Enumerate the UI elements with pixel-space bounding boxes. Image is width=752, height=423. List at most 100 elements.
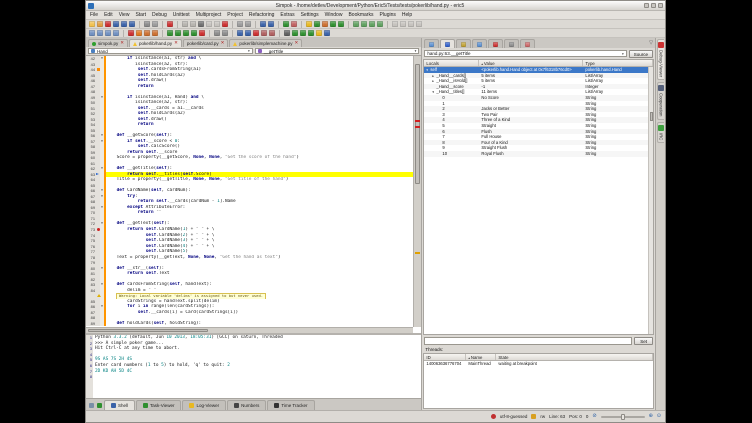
autocheck-icon[interactable] <box>283 21 289 27</box>
zoom-in-icon[interactable]: ⊕ <box>649 414 653 419</box>
step-over-icon[interactable] <box>183 30 189 36</box>
step-icon[interactable] <box>175 30 181 36</box>
bottom-tab-task-viewer[interactable]: Task-Viewer <box>136 400 181 410</box>
close-tab-icon[interactable]: ✕ <box>221 41 225 46</box>
breakpoint-toggle-icon[interactable] <box>253 30 259 36</box>
line-number[interactable]: 89 <box>86 321 96 327</box>
paste-icon[interactable] <box>214 21 220 27</box>
unittest-script-icon[interactable] <box>144 30 150 36</box>
file-tab-pokerlib-simplemachine-py[interactable]: pokerlib/simplemachine.py✕ <box>229 39 302 47</box>
debug-tab-global-variables[interactable] <box>424 39 439 48</box>
edit-props-icon[interactable] <box>392 21 398 27</box>
new-icon[interactable] <box>89 21 95 27</box>
refactoring-rename-icon[interactable] <box>89 30 95 36</box>
debug-tab-call-stack[interactable] <box>456 39 471 48</box>
calltrace-icon[interactable] <box>284 30 290 36</box>
delete-icon[interactable] <box>222 21 228 27</box>
filter-icon[interactable] <box>89 403 94 408</box>
menu-item-edit[interactable]: Edit <box>104 12 113 18</box>
zoom-slider-knob[interactable] <box>621 414 625 420</box>
copy-icon[interactable] <box>206 21 212 27</box>
menu-item-window[interactable]: Window <box>325 12 343 18</box>
cell-name[interactable]: 10 <box>424 151 479 157</box>
file-tab-simpok-py[interactable]: simpok.py✕ <box>88 39 128 47</box>
close-button[interactable] <box>658 3 663 8</box>
source-button[interactable]: Source <box>629 50 653 58</box>
zoom-reset-icon[interactable]: ⊙ <box>657 414 661 419</box>
menu-item-plugins[interactable]: Plugins <box>379 12 395 18</box>
step-out-icon[interactable] <box>191 30 197 36</box>
locals-row-10[interactable]: 10Royal FlushString <box>424 151 653 157</box>
locals-scrollbar[interactable] <box>648 67 653 334</box>
bottom-tab-shell[interactable]: Shell <box>104 400 135 410</box>
unittest-project-icon[interactable] <box>152 30 158 36</box>
refactoring-move-icon[interactable] <box>113 30 119 36</box>
cell-value[interactable]: Royal Flush <box>479 151 583 157</box>
menu-item-settings[interactable]: Settings <box>301 12 319 18</box>
column-header-value[interactable]: ▴ Value <box>479 60 583 66</box>
scrollbar-thumb[interactable] <box>650 112 653 121</box>
evaluate-icon[interactable] <box>214 30 220 36</box>
bookmark-prev-icon[interactable] <box>322 21 328 27</box>
print-preview-icon[interactable] <box>152 21 158 27</box>
shell-output[interactable]: Python 3.3.2 (default, Jun 10 2013, 18:0… <box>93 335 421 398</box>
menu-item-bookmarks[interactable]: Bookmarks <box>348 12 373 18</box>
file-tab-pokerlib-hand-py[interactable]: pokerlib/hand.py✕ <box>129 39 182 47</box>
member-combo[interactable]: __getTitle ▾ <box>255 48 420 54</box>
run-script-icon[interactable] <box>330 21 336 27</box>
bookmark-toggle-icon[interactable] <box>306 21 312 27</box>
project-close-icon[interactable] <box>369 21 375 27</box>
zoom-slider[interactable] <box>601 416 645 418</box>
variables-filter-icon[interactable] <box>237 30 243 36</box>
refactoring-extract-icon[interactable] <box>97 30 103 36</box>
undo-icon[interactable] <box>182 21 188 27</box>
stop-debug-icon[interactable] <box>199 30 205 36</box>
save-all-icon[interactable] <box>129 21 135 27</box>
sidebar-tab-debug-viewer[interactable]: Debug-Viewer <box>657 39 664 80</box>
bottom-tab-log-viewer[interactable]: Log-Viewer <box>182 400 226 410</box>
code-text[interactable]: def holdCards(self, holdString): <box>106 321 413 327</box>
menu-item-project[interactable]: Project <box>227 12 243 18</box>
menu-item-help[interactable]: Help <box>402 12 412 18</box>
zoom-out-icon[interactable]: ⊘ <box>592 414 596 419</box>
menu-item-unittest[interactable]: Unittest <box>173 12 190 18</box>
open-icon[interactable] <box>97 21 103 27</box>
tasks-update-icon[interactable] <box>316 30 322 36</box>
replace-icon[interactable] <box>245 21 251 27</box>
profile-data-icon[interactable] <box>300 30 306 36</box>
scrollbar-thumb[interactable] <box>88 329 208 332</box>
close-tab-icon[interactable]: ✕ <box>294 41 298 46</box>
menu-item-start[interactable]: Start <box>135 12 146 18</box>
project-open-icon[interactable] <box>353 21 359 27</box>
documentation-icon[interactable] <box>324 30 330 36</box>
goto-brace-icon[interactable] <box>268 21 274 27</box>
debug-tab-watchpoints[interactable] <box>504 39 519 48</box>
quit-icon[interactable] <box>167 21 173 27</box>
file-tab-pokerlib-card-py[interactable]: pokerlib/card.py✕ <box>183 39 229 47</box>
close-tab-icon[interactable]: ✕ <box>174 41 178 46</box>
cut-icon[interactable] <box>198 21 204 27</box>
continue-icon[interactable] <box>167 30 173 36</box>
help-icon[interactable] <box>416 21 422 27</box>
breakpoint-icon[interactable] <box>97 228 100 231</box>
column-header-id[interactable]: ID <box>424 354 466 360</box>
spelling-icon[interactable] <box>400 21 406 27</box>
debug-tab-breakpoints[interactable] <box>488 39 503 48</box>
print-icon[interactable] <box>144 21 150 27</box>
close-file-icon[interactable] <box>105 21 111 27</box>
goto-line-icon[interactable] <box>260 21 266 27</box>
debug-tab-local-variables[interactable] <box>440 39 455 48</box>
column-header-type[interactable]: Type <box>583 60 653 66</box>
filter-icon[interactable]: ▽ <box>649 39 653 48</box>
exceptions-filter-icon[interactable] <box>245 30 251 36</box>
bookmark-icon[interactable] <box>97 68 100 71</box>
close-tab-icon[interactable]: ✕ <box>120 41 124 46</box>
shell-panel[interactable]: 12345678 Python 3.3.2 (default, Jun 10 2… <box>86 333 421 398</box>
project-save-icon[interactable] <box>361 21 367 27</box>
menu-item-extras[interactable]: Extras <box>280 12 294 18</box>
unittest-rerun-icon[interactable] <box>136 30 142 36</box>
menu-item-multiproject[interactable]: Multiproject <box>196 12 222 18</box>
code-line-89[interactable]: 89 def holdCards(self, holdString): <box>86 321 413 327</box>
breakpoint-clear-icon[interactable] <box>269 30 275 36</box>
debug-script-icon[interactable] <box>338 21 344 27</box>
